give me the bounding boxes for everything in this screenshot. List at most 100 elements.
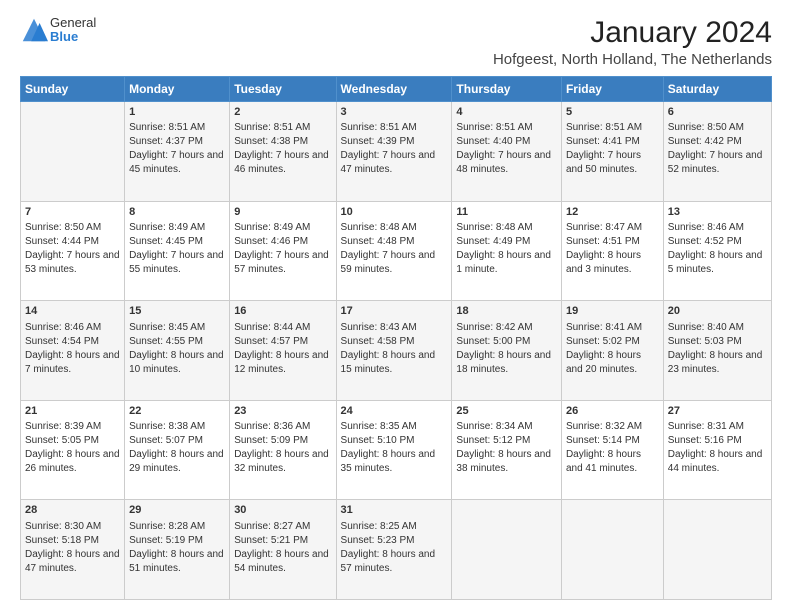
- table-row: 2Sunrise: 8:51 AMSunset: 4:38 PMDaylight…: [230, 102, 336, 202]
- day-number: 29: [129, 503, 225, 518]
- daylight-text: Daylight: 7 hours and 48 minutes.: [456, 150, 551, 175]
- daylight-text: Daylight: 8 hours and 3 minutes.: [566, 250, 641, 275]
- table-row: 18Sunrise: 8:42 AMSunset: 5:00 PMDayligh…: [452, 301, 562, 401]
- sunset-text: Sunset: 4:58 PM: [341, 336, 415, 347]
- sunrise-text: Sunrise: 8:43 AM: [341, 322, 417, 333]
- daylight-text: Daylight: 8 hours and 23 minutes.: [668, 350, 763, 375]
- table-row: 6Sunrise: 8:50 AMSunset: 4:42 PMDaylight…: [663, 102, 771, 202]
- table-row: [663, 500, 771, 600]
- calendar-week-1: 1Sunrise: 8:51 AMSunset: 4:37 PMDaylight…: [21, 102, 772, 202]
- day-number: 7: [25, 205, 120, 220]
- daylight-text: Daylight: 7 hours and 45 minutes.: [129, 150, 224, 175]
- table-row: 30Sunrise: 8:27 AMSunset: 5:21 PMDayligh…: [230, 500, 336, 600]
- daylight-text: Daylight: 7 hours and 57 minutes.: [234, 250, 329, 275]
- sunset-text: Sunset: 5:03 PM: [668, 336, 742, 347]
- daylight-text: Daylight: 8 hours and 10 minutes.: [129, 350, 224, 375]
- calendar-week-3: 14 Sunrise: 8:46 AM Sunset: 4:54 PM Dayligh…: [21, 301, 772, 401]
- sunrise-text: Sunrise: 8:31 AM: [668, 421, 744, 432]
- sunset-text: Sunset: 5:18 PM: [25, 535, 99, 546]
- table-row: 14 Sunrise: 8:46 AM Sunset: 4:54 PM Dayligh…: [21, 301, 125, 401]
- sunset-text: Sunset: 5:05 PM: [25, 435, 99, 446]
- table-row: 8Sunrise: 8:49 AMSunset: 4:45 PMDaylight…: [125, 201, 230, 301]
- col-tuesday: Tuesday: [230, 77, 336, 102]
- sunset-text: Sunset: 5:14 PM: [566, 435, 640, 446]
- sunset-text: Sunset: 4:54 PM: [25, 336, 99, 347]
- table-row: 29Sunrise: 8:28 AMSunset: 5:19 PMDayligh…: [125, 500, 230, 600]
- day-number: 25: [456, 404, 557, 419]
- sunrise-text: Sunrise: 8:38 AM: [129, 421, 205, 432]
- table-row: 19Sunrise: 8:41 AMSunset: 5:02 PMDayligh…: [561, 301, 663, 401]
- sunrise-text: Sunrise: 8:51 AM: [234, 122, 310, 133]
- day-number: 15: [129, 304, 225, 319]
- day-number: 5: [566, 105, 659, 120]
- table-row: 13Sunrise: 8:46 AMSunset: 4:52 PMDayligh…: [663, 201, 771, 301]
- table-row: 23Sunrise: 8:36 AMSunset: 5:09 PMDayligh…: [230, 400, 336, 500]
- day-number: 30: [234, 503, 331, 518]
- sunrise-text: Sunrise: 8:32 AM: [566, 421, 642, 432]
- day-number: 1: [129, 105, 225, 120]
- sunset-text: Sunset: 4:40 PM: [456, 136, 530, 147]
- table-row: 25Sunrise: 8:34 AMSunset: 5:12 PMDayligh…: [452, 400, 562, 500]
- day-number: 23: [234, 404, 331, 419]
- day-number: 12: [566, 205, 659, 220]
- daylight-text: Daylight: 8 hours and 35 minutes.: [341, 449, 436, 474]
- table-row: 26Sunrise: 8:32 AMSunset: 5:14 PMDayligh…: [561, 400, 663, 500]
- table-row: 9Sunrise: 8:49 AMSunset: 4:46 PMDaylight…: [230, 201, 336, 301]
- table-row: 10Sunrise: 8:48 AMSunset: 4:48 PMDayligh…: [336, 201, 452, 301]
- sunset-text: Sunset: 5:16 PM: [668, 435, 742, 446]
- sunset-text: Sunset: 4:46 PM: [234, 236, 308, 247]
- sunrise-text: Sunrise: 8:51 AM: [341, 122, 417, 133]
- calendar-week-5: 28Sunrise: 8:30 AMSunset: 5:18 PMDayligh…: [21, 500, 772, 600]
- sunrise-text: Sunrise: 8:25 AM: [341, 521, 417, 532]
- sunrise-text: Sunrise: 8:50 AM: [25, 222, 101, 233]
- table-row: 3Sunrise: 8:51 AMSunset: 4:39 PMDaylight…: [336, 102, 452, 202]
- main-title: January 2024: [493, 16, 772, 49]
- daylight-text: Daylight: 7 hours and 52 minutes.: [668, 150, 763, 175]
- sunset-text: Sunset: 4:49 PM: [456, 236, 530, 247]
- col-thursday: Thursday: [452, 77, 562, 102]
- sunrise-text: Sunrise: 8:28 AM: [129, 521, 205, 532]
- table-row: 28Sunrise: 8:30 AMSunset: 5:18 PMDayligh…: [21, 500, 125, 600]
- daylight-text: Daylight: 8 hours and 20 minutes.: [566, 350, 641, 375]
- table-row: 31Sunrise: 8:25 AMSunset: 5:23 PMDayligh…: [336, 500, 452, 600]
- sunrise-text: Sunrise: 8:27 AM: [234, 521, 310, 532]
- day-number: 14: [25, 304, 120, 319]
- daylight-text: Daylight: 7 hours and 55 minutes.: [129, 250, 224, 275]
- title-block: January 2024 Hofgeest, North Holland, Th…: [493, 16, 772, 68]
- sunrise-text: Sunrise: 8:50 AM: [668, 122, 744, 133]
- col-wednesday: Wednesday: [336, 77, 452, 102]
- sunset-text: Sunset: 4:55 PM: [129, 336, 203, 347]
- subtitle: Hofgeest, North Holland, The Netherlands: [493, 51, 772, 68]
- sunset-text: Sunset: 4:39 PM: [341, 136, 415, 147]
- col-saturday: Saturday: [663, 77, 771, 102]
- daylight-text: Daylight: 8 hours and 18 minutes.: [456, 350, 551, 375]
- day-number: 24: [341, 404, 448, 419]
- day-number: 22: [129, 404, 225, 419]
- sunrise-text: Sunrise: 8:42 AM: [456, 322, 532, 333]
- day-number: 27: [668, 404, 767, 419]
- daylight-text: Daylight: 8 hours and 51 minutes.: [129, 549, 224, 574]
- day-number: 28: [25, 503, 120, 518]
- sunset-text: Sunset: 4:41 PM: [566, 136, 640, 147]
- col-friday: Friday: [561, 77, 663, 102]
- day-number: 2: [234, 105, 331, 120]
- sunrise-text: Sunrise: 8:48 AM: [456, 222, 532, 233]
- day-number: 11: [456, 205, 557, 220]
- calendar-week-2: 7 Sunrise: 8:50 AM Sunset: 4:44 PM Daylight…: [21, 201, 772, 301]
- table-row: 1Sunrise: 8:51 AMSunset: 4:37 PMDaylight…: [125, 102, 230, 202]
- daylight-text: Daylight: 8 hours and 47 minutes.: [25, 549, 120, 574]
- sunrise-text: Sunrise: 8:46 AM: [668, 222, 744, 233]
- table-row: 20Sunrise: 8:40 AMSunset: 5:03 PMDayligh…: [663, 301, 771, 401]
- daylight-text: Daylight: 8 hours and 7 minutes.: [25, 350, 120, 375]
- day-number: 3: [341, 105, 448, 120]
- daylight-text: Daylight: 7 hours and 46 minutes.: [234, 150, 329, 175]
- sunrise-text: Sunrise: 8:39 AM: [25, 421, 101, 432]
- table-row: [561, 500, 663, 600]
- daylight-text: Daylight: 8 hours and 32 minutes.: [234, 449, 329, 474]
- sunset-text: Sunset: 4:44 PM: [25, 236, 99, 247]
- table-row: 11Sunrise: 8:48 AMSunset: 4:49 PMDayligh…: [452, 201, 562, 301]
- day-number: 13: [668, 205, 767, 220]
- table-row: 21Sunrise: 8:39 AMSunset: 5:05 PMDayligh…: [21, 400, 125, 500]
- sunrise-text: Sunrise: 8:46 AM: [25, 322, 101, 333]
- sunrise-text: Sunrise: 8:36 AM: [234, 421, 310, 432]
